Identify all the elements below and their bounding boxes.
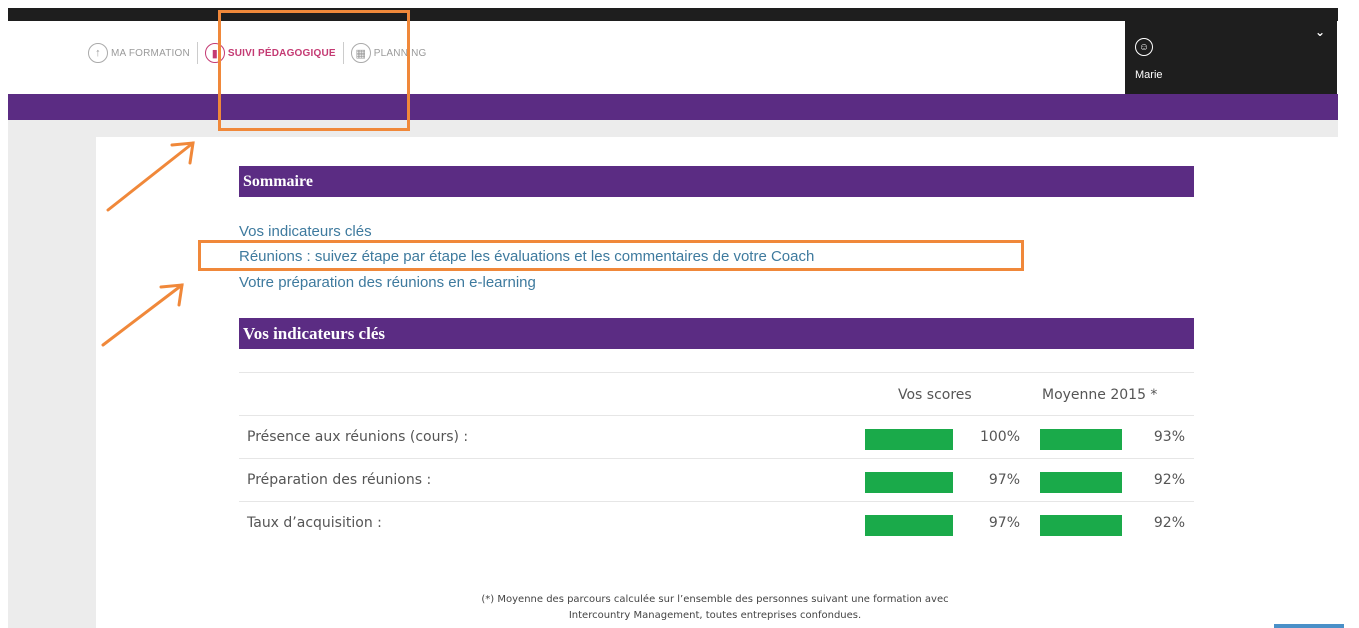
annotation-arrows <box>101 141 195 347</box>
arrow-line <box>101 283 184 347</box>
arrow-line <box>106 141 195 212</box>
